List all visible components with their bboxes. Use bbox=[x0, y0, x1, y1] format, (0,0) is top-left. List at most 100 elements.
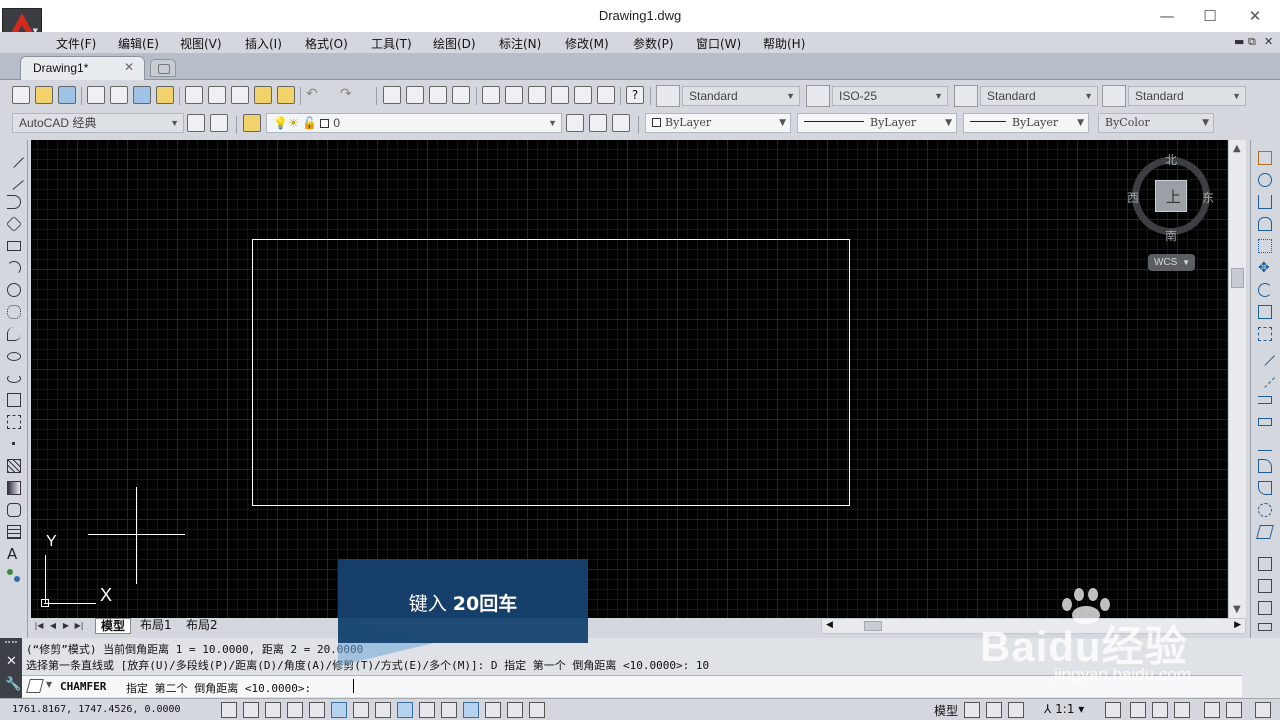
construction-line-icon[interactable] bbox=[4, 170, 24, 190]
menu-parametric[interactable]: 参数(P) bbox=[633, 35, 674, 52]
revision-cloud-icon[interactable] bbox=[5, 304, 23, 320]
coordinate-readout[interactable]: 1761.8167, 1747.4526, 0.0000 bbox=[12, 704, 181, 715]
sheet-set-icon[interactable] bbox=[551, 86, 569, 104]
first-layout-icon[interactable]: |◀ bbox=[34, 620, 44, 632]
last-layout-icon[interactable]: ▶| bbox=[74, 620, 84, 632]
insert-block-icon[interactable] bbox=[5, 392, 23, 408]
multiline-text-icon[interactable]: A bbox=[5, 546, 23, 562]
compass-west[interactable]: 西 bbox=[1127, 189, 1139, 206]
drawing-canvas[interactable]: Y X 上 北 南 西 东 WCS ▼ bbox=[31, 140, 1228, 618]
grid-display-toggle[interactable] bbox=[265, 702, 281, 718]
mleader-style-select[interactable]: Standard ▼ bbox=[1128, 86, 1246, 106]
plot-icon[interactable] bbox=[87, 86, 105, 104]
menu-modify[interactable]: 修改(M) bbox=[565, 35, 609, 52]
table-style-icon[interactable] bbox=[954, 85, 978, 107]
workspace-select[interactable]: AutoCAD 经典 ▼ bbox=[12, 113, 184, 133]
cut-icon[interactable] bbox=[185, 86, 203, 104]
object-snap-toggle[interactable] bbox=[331, 702, 347, 718]
dynamic-input-toggle[interactable] bbox=[419, 702, 435, 718]
publish-icon[interactable] bbox=[133, 86, 151, 104]
ortho-mode-toggle[interactable] bbox=[287, 702, 303, 718]
dynamic-ucs-toggle[interactable] bbox=[397, 702, 413, 718]
scale-icon[interactable] bbox=[1256, 304, 1274, 320]
table-icon[interactable] bbox=[5, 524, 23, 540]
join-icon[interactable] bbox=[1256, 436, 1274, 452]
tab-layout2[interactable]: 布局2 bbox=[181, 618, 223, 634]
spline-icon[interactable] bbox=[5, 326, 23, 342]
new-file-icon[interactable] bbox=[12, 86, 30, 104]
chamfer-icon[interactable] bbox=[1256, 458, 1274, 474]
copy-object-icon[interactable] bbox=[1256, 172, 1274, 188]
mirror-icon[interactable] bbox=[1256, 194, 1274, 210]
layer-select[interactable]: 💡☀ 🔓 0 ▼ bbox=[266, 113, 562, 133]
undo-icon[interactable]: ↶ bbox=[306, 86, 324, 104]
scroll-left-icon[interactable]: ◀ bbox=[826, 620, 833, 630]
close-command-icon[interactable]: ✕ bbox=[6, 654, 17, 669]
annotation-monitor-toggle[interactable] bbox=[529, 702, 545, 718]
hatch-icon[interactable] bbox=[5, 458, 23, 474]
dim-style-select[interactable]: ISO-25 ▼ bbox=[832, 86, 948, 106]
layer-properties-icon[interactable] bbox=[243, 114, 261, 132]
redo-icon[interactable]: ↷ bbox=[340, 86, 358, 104]
viewcube-top-face[interactable]: 上 bbox=[1155, 180, 1187, 212]
paste-icon[interactable] bbox=[231, 86, 249, 104]
help-icon[interactable]: ? bbox=[626, 86, 644, 104]
mleader-style-icon[interactable] bbox=[1102, 85, 1126, 107]
plotstyle-select[interactable]: ByColor ▼ bbox=[1098, 113, 1214, 133]
workspace-switch-icon[interactable] bbox=[210, 114, 228, 132]
new-tab-button[interactable] bbox=[150, 59, 176, 77]
lineweight-select[interactable]: ByLayer ▼ bbox=[963, 113, 1089, 133]
copy-icon[interactable] bbox=[208, 86, 226, 104]
close-tab-icon[interactable]: ✕ bbox=[124, 60, 134, 74]
break-at-point-icon[interactable] bbox=[1256, 392, 1274, 408]
stretch-icon[interactable] bbox=[1256, 326, 1274, 342]
ellipse-arc-icon[interactable] bbox=[5, 370, 23, 386]
markup-icon[interactable] bbox=[574, 86, 592, 104]
quick-properties-toggle[interactable] bbox=[485, 702, 501, 718]
properties-icon[interactable] bbox=[482, 86, 500, 104]
menu-insert[interactable]: 插入(I) bbox=[245, 35, 282, 52]
text-style-icon[interactable] bbox=[656, 85, 680, 107]
design-center-icon[interactable] bbox=[505, 86, 523, 104]
doc-minimize-button[interactable]: ▬ bbox=[1234, 35, 1244, 48]
layer-previous-icon[interactable] bbox=[589, 114, 607, 132]
3d-object-snap-toggle[interactable] bbox=[353, 702, 369, 718]
line-icon[interactable] bbox=[4, 148, 24, 168]
lineweight-toggle[interactable] bbox=[441, 702, 457, 718]
offset-icon[interactable] bbox=[1256, 216, 1274, 232]
maximize-button[interactable]: ☐ bbox=[1200, 6, 1220, 26]
dim-style-icon[interactable] bbox=[806, 85, 830, 107]
chevron-down-icon[interactable]: ▼ bbox=[46, 680, 52, 689]
menu-tools[interactable]: 工具(T) bbox=[371, 35, 412, 52]
draw-order-icon[interactable] bbox=[1256, 556, 1274, 572]
break-icon[interactable] bbox=[1256, 414, 1274, 430]
horizontal-scroll-thumb[interactable] bbox=[864, 621, 882, 631]
ellipse-icon[interactable] bbox=[5, 348, 23, 364]
scroll-up-icon[interactable]: ▲ bbox=[1233, 143, 1241, 154]
linetype-select[interactable]: ByLayer ▼ bbox=[797, 113, 957, 133]
compass-north[interactable]: 北 bbox=[1165, 151, 1177, 168]
transparency-toggle[interactable] bbox=[463, 702, 479, 718]
selection-cycling-toggle[interactable] bbox=[507, 702, 523, 718]
tool-palettes-icon[interactable] bbox=[528, 86, 546, 104]
save-icon[interactable] bbox=[58, 86, 76, 104]
menu-format[interactable]: 格式(O) bbox=[305, 35, 348, 52]
infer-constraints-toggle[interactable] bbox=[221, 702, 237, 718]
menu-edit[interactable]: 编辑(E) bbox=[118, 35, 159, 52]
object-snap-tracking-toggle[interactable] bbox=[375, 702, 391, 718]
make-layer-current-icon[interactable] bbox=[566, 114, 584, 132]
menu-window[interactable]: 窗口(W) bbox=[696, 35, 741, 52]
wcs-menu-button[interactable]: WCS ▼ bbox=[1148, 254, 1195, 271]
rectangle-icon[interactable] bbox=[5, 238, 23, 254]
close-window-button[interactable]: ✕ bbox=[1245, 6, 1265, 26]
menu-dimension[interactable]: 标注(N) bbox=[499, 35, 541, 52]
menu-view[interactable]: 视图(V) bbox=[180, 35, 222, 52]
menu-file[interactable]: 文件(F) bbox=[56, 35, 96, 52]
grip-icon[interactable] bbox=[5, 641, 17, 646]
plot-preview-icon[interactable] bbox=[110, 86, 128, 104]
zoom-window-icon[interactable] bbox=[429, 86, 447, 104]
compass-south[interactable]: 南 bbox=[1165, 227, 1177, 244]
rectangle-drawing[interactable] bbox=[252, 239, 850, 506]
rotate-icon[interactable] bbox=[1256, 282, 1274, 298]
pan-icon[interactable] bbox=[383, 86, 401, 104]
